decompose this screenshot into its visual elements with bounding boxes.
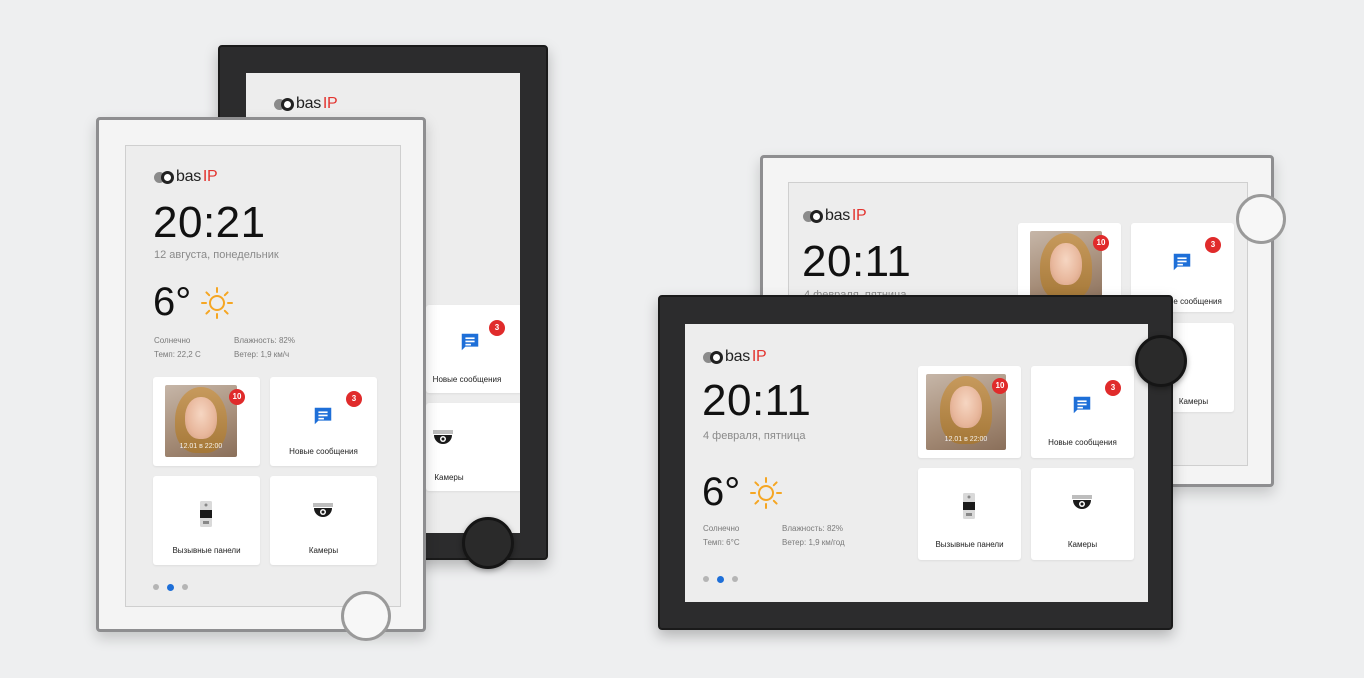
call-panels-label: Вызывные панели [935, 540, 1004, 549]
video-badge: 10 [229, 389, 245, 405]
messages-tile[interactable]: 3 Новые сообщения [1031, 366, 1134, 458]
logo-mark-icon [803, 209, 823, 223]
feels-like: Темп: 22,2 С [154, 350, 201, 359]
temperature: 6° [702, 470, 741, 514]
message-icon [1173, 253, 1191, 271]
page-dot[interactable] [153, 584, 159, 590]
landscape-front-knob[interactable] [1135, 335, 1187, 387]
wind: Ветер: 1,9 км/ч [234, 350, 290, 359]
temperature: 6° [153, 280, 192, 324]
video-timestamp: 12.01 в 22:00 [179, 443, 223, 450]
intercom-panel-icon [963, 493, 975, 519]
logo-mark-icon [154, 170, 174, 184]
visitor-photo [1030, 231, 1102, 305]
page-dot[interactable] [732, 576, 738, 582]
messages-tile[interactable]: 3 Новые сообщения [270, 377, 377, 466]
video-calls-tile[interactable]: 12.01 в 22:00 10 [153, 377, 260, 466]
messages-badge: 3 [489, 320, 505, 336]
feels-like: Темп: 6°С [703, 538, 740, 547]
humidity: Влажность: 82% [782, 524, 843, 533]
logo: bas IP [274, 95, 338, 113]
portrait-front-device: bas IP 20:21 12 августа, понедельник 6° С… [96, 117, 426, 641]
sun-icon [201, 287, 233, 319]
call-panels-tile[interactable]: Вызывные панели [918, 468, 1021, 560]
page-dot[interactable] [703, 576, 709, 582]
logo: bas IP [803, 207, 867, 225]
messages-tile[interactable]: 3 Новые сообщения [426, 305, 520, 393]
messages-badge: 3 [1205, 237, 1221, 253]
cameras-tile[interactable]: Камеры [426, 403, 520, 491]
weather-condition: Солнечно [703, 524, 740, 533]
logo: bas IP [703, 348, 767, 366]
cameras-tile[interactable]: Камеры [1031, 468, 1134, 560]
messages-badge: 3 [1105, 380, 1121, 396]
camera-icon [313, 503, 333, 517]
page-dot-active[interactable] [717, 575, 724, 583]
camera-icon [433, 430, 453, 444]
message-icon [1073, 396, 1091, 414]
portrait-back-knob[interactable] [462, 517, 514, 569]
intercom-panel-icon [200, 501, 212, 527]
landscape-front-screen: bas IP 20:11 4 февраля, пятница 6° Солнеч… [685, 324, 1148, 602]
portrait-front-knob[interactable] [341, 591, 391, 641]
page-dot[interactable] [182, 584, 188, 590]
clock-time: 20:11 [802, 237, 912, 286]
page-indicator[interactable] [153, 583, 188, 591]
logo-mark-icon [274, 97, 294, 111]
camera-icon [1072, 495, 1092, 509]
messages-label: Новые сообщения [1048, 438, 1117, 447]
cameras-label: Камеры [308, 546, 339, 555]
messages-label: Новые сообщения [432, 375, 502, 384]
wind: Ветер: 1,9 км/год [782, 538, 845, 547]
call-panels-tile[interactable]: Вызывные панели [153, 476, 260, 565]
logo: bas IP [154, 168, 218, 186]
weather-condition: Солнечно [154, 336, 191, 345]
messages-badge: 3 [346, 391, 362, 407]
sun-icon [750, 477, 782, 509]
video-badge: 10 [992, 378, 1008, 394]
video-calls-tile[interactable]: 12.01 в 22:00 10 [918, 366, 1021, 458]
visitor-photo: 12.01 в 22:00 [165, 385, 237, 457]
call-panels-label: Вызывные панели [172, 546, 241, 555]
logo-mark-icon [703, 350, 723, 364]
page-dot-active[interactable] [167, 583, 174, 591]
message-icon [461, 333, 479, 351]
landscape-back-knob[interactable] [1236, 194, 1286, 244]
page-indicator[interactable] [703, 575, 738, 583]
clock-date: 12 августа, понедельник [154, 249, 279, 261]
cameras-tile[interactable]: Камеры [270, 476, 377, 565]
humidity: Влажность: 82% [234, 336, 295, 345]
message-icon [314, 407, 332, 425]
clock-time: 20:21 [153, 198, 266, 247]
messages-label: Новые сообщения [289, 447, 358, 456]
clock-date: 4 февраля, пятница [703, 430, 806, 442]
video-badge: 10 [1093, 235, 1109, 251]
cameras-label: Камеры [1067, 540, 1098, 549]
portrait-front-screen: bas IP 20:21 12 августа, понедельник 6° С… [125, 145, 401, 607]
video-timestamp: 12.01 в 22:00 [944, 436, 988, 443]
landscape-front-device: bas IP 20:11 4 февраля, пятница 6° Солнеч… [658, 295, 1187, 630]
clock-time: 20:11 [702, 376, 812, 425]
